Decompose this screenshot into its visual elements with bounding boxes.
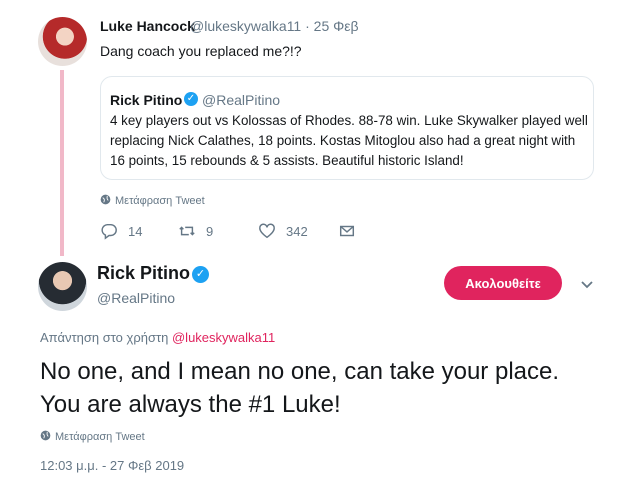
- like-action[interactable]: 342: [258, 222, 308, 240]
- reply-icon: [101, 223, 117, 240]
- translate-tweet-link[interactable]: Μετάφραση Tweet: [100, 194, 205, 207]
- translate-label[interactable]: Μετάφραση Tweet: [115, 195, 205, 207]
- chevron-down-icon[interactable]: [580, 278, 594, 292]
- verified-badge-icon: ✓: [184, 92, 198, 106]
- reply-date[interactable]: · 25 Φεβ: [305, 18, 358, 34]
- heart-icon: [259, 223, 275, 239]
- globe-icon: [40, 430, 51, 441]
- retweet-icon: [179, 226, 195, 236]
- rick-avatar[interactable]: [38, 262, 87, 311]
- main-tweet-text: No one, and I mean no one, can take your…: [40, 358, 560, 418]
- reply-author-handle-date: @lukeskywalka11 · 25 Φεβ: [190, 18, 359, 34]
- thread-line: [60, 70, 64, 256]
- quoted-text: 4 key players out vs Kolossas of Rhodes.…: [110, 113, 588, 168]
- replying-to: Απάντηση στο χρήστη @lukeskywalka11: [40, 330, 275, 345]
- like-count: 342: [286, 223, 308, 239]
- luke-avatar[interactable]: [38, 17, 87, 66]
- reply-count: 14: [128, 223, 143, 239]
- envelope-icon: [339, 225, 355, 237]
- reply-author-name[interactable]: Luke Hancock: [100, 18, 195, 34]
- reply-action[interactable]: 14: [100, 222, 142, 240]
- replying-to-label: Απάντηση στο χρήστη: [40, 330, 169, 345]
- reply-author-handle[interactable]: @lukeskywalka11: [190, 18, 301, 34]
- main-author-name[interactable]: Rick Pitino: [97, 263, 190, 284]
- direct-message-action[interactable]: [338, 222, 356, 240]
- verified-badge-icon: ✓: [192, 266, 209, 283]
- replying-to-mention[interactable]: @lukeskywalka11: [172, 330, 275, 345]
- retweet-count: 9: [206, 223, 214, 239]
- reply-text: Dang coach you replaced me?!?: [100, 43, 302, 59]
- translate-tweet-link[interactable]: Μετάφραση Tweet: [40, 430, 145, 443]
- translate-label[interactable]: Μετάφραση Tweet: [55, 431, 145, 443]
- tweet-timestamp[interactable]: 12:03 μ.μ. - 27 Φεβ 2019: [40, 458, 184, 473]
- main-author-handle[interactable]: @RealPitino: [97, 290, 175, 306]
- quoted-author-handle: @RealPitino: [202, 92, 281, 108]
- following-button[interactable]: Ακολουθείτε: [444, 266, 562, 300]
- retweet-action[interactable]: 9: [178, 222, 213, 240]
- globe-icon: [100, 194, 111, 205]
- quoted-author-name: Rick Pitino: [110, 92, 183, 108]
